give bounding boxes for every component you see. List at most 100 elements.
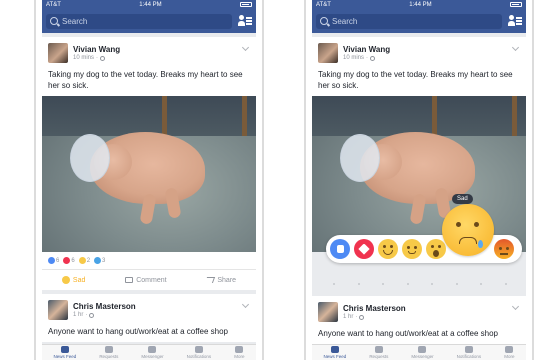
news-feed-icon bbox=[330, 346, 339, 353]
chevron-down-icon[interactable] bbox=[511, 302, 520, 311]
tab-more[interactable]: More bbox=[234, 346, 244, 359]
reaction-tooltip: Sad bbox=[452, 194, 473, 204]
post-time: 10 mins bbox=[343, 55, 365, 61]
screen-right: AT&T 1:44 PM Vivian Wang 10 mins bbox=[312, 0, 526, 360]
nav-bar bbox=[312, 9, 526, 33]
avatar[interactable] bbox=[48, 43, 68, 63]
comment-button[interactable]: Comment bbox=[125, 277, 167, 284]
avatar[interactable] bbox=[48, 300, 68, 320]
post-time: 1 hr bbox=[73, 312, 84, 318]
post-text: Anyone want to hang out/work/eat at a co… bbox=[318, 329, 498, 338]
tab-messenger[interactable]: Messenger bbox=[411, 346, 434, 359]
tab-requests[interactable]: Requests bbox=[369, 346, 388, 359]
comment-icon bbox=[125, 277, 134, 283]
post-meta: 1 hr · bbox=[73, 312, 136, 318]
like-icon bbox=[48, 257, 55, 264]
search-icon bbox=[50, 17, 58, 25]
placeholder-dots bbox=[322, 283, 518, 285]
post-header: Vivian Wang 10 mins · bbox=[312, 37, 526, 63]
action-row: Sad Comment Share bbox=[42, 270, 256, 290]
battery-icon bbox=[510, 2, 522, 7]
post-meta: 1 hr · bbox=[343, 314, 406, 320]
globe-icon bbox=[89, 312, 95, 318]
sad-reaction-icon[interactable] bbox=[442, 204, 494, 256]
tab-bar: News Feed Requests Messenger Notificatio… bbox=[42, 344, 256, 360]
friend-requests-icon[interactable] bbox=[508, 15, 522, 27]
haha-reaction-icon[interactable] bbox=[378, 239, 398, 259]
tab-requests[interactable]: Requests bbox=[99, 346, 118, 359]
phone-right: AT&T 1:44 PM Vivian Wang 10 mins bbox=[304, 0, 534, 360]
cone-collar bbox=[70, 134, 110, 182]
search-box[interactable] bbox=[46, 13, 232, 29]
like-reaction-icon[interactable] bbox=[330, 239, 350, 259]
post-meta: 10 mins · bbox=[73, 55, 120, 61]
requests-icon bbox=[374, 346, 383, 353]
post-header: Chris Masterson 1 hr · bbox=[42, 294, 256, 320]
post-header: Chris Masterson 1 hr · bbox=[312, 296, 526, 322]
tab-notifications[interactable]: Notifications bbox=[187, 346, 211, 359]
friend-requests-icon[interactable] bbox=[238, 15, 252, 27]
cone-collar bbox=[340, 134, 380, 182]
globe-icon bbox=[370, 55, 376, 61]
messenger-icon bbox=[148, 346, 157, 353]
author-name[interactable]: Vivian Wang bbox=[343, 45, 390, 54]
phone-left: AT&T 1:44 PM Vivian Wang 10 mins bbox=[34, 0, 264, 360]
haha-icon bbox=[78, 257, 86, 264]
post-text: Taking my dog to the vet today. Breaks m… bbox=[48, 70, 243, 90]
globe-icon bbox=[194, 346, 203, 353]
menu-icon bbox=[235, 346, 244, 353]
sad-button[interactable]: Sad bbox=[61, 276, 85, 284]
wow-count: 3 bbox=[102, 257, 106, 264]
messenger-icon bbox=[418, 346, 427, 353]
post-header: Vivian Wang 10 mins · bbox=[42, 37, 256, 63]
post-time: 10 mins bbox=[73, 55, 95, 61]
love-count: 6 bbox=[71, 257, 75, 264]
tab-more[interactable]: More bbox=[504, 346, 514, 359]
wow-reaction-icon[interactable] bbox=[426, 239, 446, 259]
chevron-down-icon[interactable] bbox=[241, 43, 250, 52]
post-text: Taking my dog to the vet today. Breaks m… bbox=[318, 70, 513, 90]
author-name[interactable]: Chris Masterson bbox=[73, 302, 136, 311]
love-icon bbox=[63, 257, 71, 264]
post-time: 1 hr bbox=[343, 314, 354, 320]
search-input[interactable] bbox=[332, 16, 432, 26]
globe-icon bbox=[100, 55, 106, 61]
search-box[interactable] bbox=[316, 13, 502, 29]
time-label: 1:44 PM bbox=[409, 1, 432, 8]
yay-reaction-icon[interactable] bbox=[402, 239, 422, 259]
like-count: 6 bbox=[56, 257, 60, 264]
post-card: Chris Masterson 1 hr · Anyone want to ha… bbox=[42, 294, 256, 342]
tab-news-feed[interactable]: News Feed bbox=[54, 346, 76, 359]
author-name[interactable]: Vivian Wang bbox=[73, 45, 120, 54]
post-card: Chris Masterson 1 hr · Anyone want to ha… bbox=[312, 296, 526, 344]
status-bar: AT&T 1:44 PM bbox=[312, 0, 526, 9]
battery-icon bbox=[240, 2, 252, 7]
avatar[interactable] bbox=[318, 43, 338, 63]
globe-icon bbox=[359, 314, 365, 320]
author-name[interactable]: Chris Masterson bbox=[343, 304, 406, 313]
tab-notifications[interactable]: Notifications bbox=[457, 346, 481, 359]
wow-icon bbox=[94, 257, 102, 264]
post-photo[interactable] bbox=[42, 96, 256, 252]
tab-news-feed[interactable]: News Feed bbox=[324, 346, 346, 359]
nav-bar bbox=[42, 9, 256, 33]
chevron-down-icon[interactable] bbox=[241, 300, 250, 309]
tab-bar: News Feed Requests Messenger Notificatio… bbox=[312, 344, 526, 360]
carrier-label: AT&T bbox=[46, 1, 61, 8]
sad-icon bbox=[61, 276, 70, 284]
share-icon bbox=[205, 277, 216, 283]
search-input[interactable] bbox=[62, 16, 162, 26]
share-button[interactable]: Share bbox=[205, 277, 236, 284]
post-text: Anyone want to hang out/work/eat at a co… bbox=[48, 327, 228, 336]
haha-count: 2 bbox=[86, 257, 91, 264]
post-card: Vivian Wang 10 mins · Taking my dog to t… bbox=[42, 37, 256, 290]
chevron-down-icon[interactable] bbox=[511, 43, 520, 52]
love-reaction-icon[interactable] bbox=[354, 239, 374, 259]
angry-reaction-icon[interactable] bbox=[494, 239, 514, 259]
search-icon bbox=[320, 17, 328, 25]
avatar[interactable] bbox=[318, 302, 338, 322]
time-label: 1:44 PM bbox=[139, 1, 162, 8]
reaction-summary[interactable]: 6 6 2 3 bbox=[42, 252, 256, 270]
post-card: Vivian Wang 10 mins · Taking my dog to t… bbox=[312, 37, 526, 252]
tab-messenger[interactable]: Messenger bbox=[141, 346, 164, 359]
